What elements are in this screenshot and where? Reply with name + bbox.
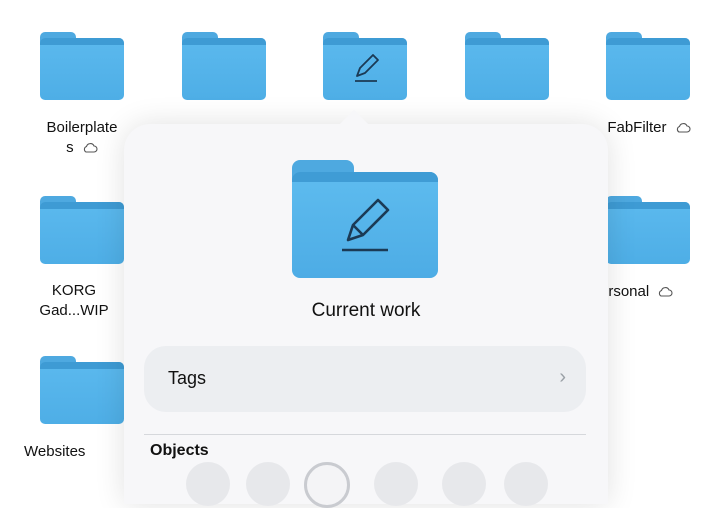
folder-label-websites: Websites: [24, 443, 86, 460]
folder-label-korg: KORG Gad...WIP: [39, 282, 109, 319]
folder-info-sheet: Current work Tags › Objects: [124, 109, 608, 508]
folder-clients[interactable]: [182, 32, 266, 100]
divider: [144, 434, 586, 435]
tool-button-3[interactable]: [374, 462, 418, 506]
tool-button-5[interactable]: [504, 462, 548, 506]
sheet-pointer: [339, 109, 369, 139]
sheet-title: Current work: [311, 300, 421, 321]
folder-emails[interactable]: [465, 32, 549, 100]
current-work-folder-preview: [292, 160, 438, 278]
folder-korg[interactable]: [40, 196, 124, 264]
cloud-icon: [659, 287, 673, 297]
folder-label-personal: ersonal: [600, 282, 710, 302]
tool-button-4[interactable]: [442, 462, 486, 506]
objects-heading: Objects: [150, 442, 209, 459]
folder-boilerplates[interactable]: [40, 32, 124, 100]
pen-icon: [342, 198, 390, 252]
folder-fabfilter[interactable]: [606, 32, 690, 100]
folder-current-work[interactable]: [323, 32, 407, 100]
cloud-icon: [83, 143, 98, 153]
tool-button-1[interactable]: [186, 462, 230, 506]
folder-personal[interactable]: [606, 196, 690, 264]
cloud-icon: [676, 123, 691, 133]
tags-row[interactable]: Tags ›: [144, 346, 586, 412]
tool-button-pen-selected[interactable]: [304, 462, 350, 508]
folder-websites[interactable]: [40, 356, 124, 424]
tool-button-2[interactable]: [246, 462, 290, 506]
tags-label: Tags: [168, 368, 207, 388]
folder-label-fabfilter: FabFilter: [590, 118, 708, 138]
pen-icon: [355, 54, 379, 82]
chevron-right-icon: ›: [559, 366, 566, 388]
